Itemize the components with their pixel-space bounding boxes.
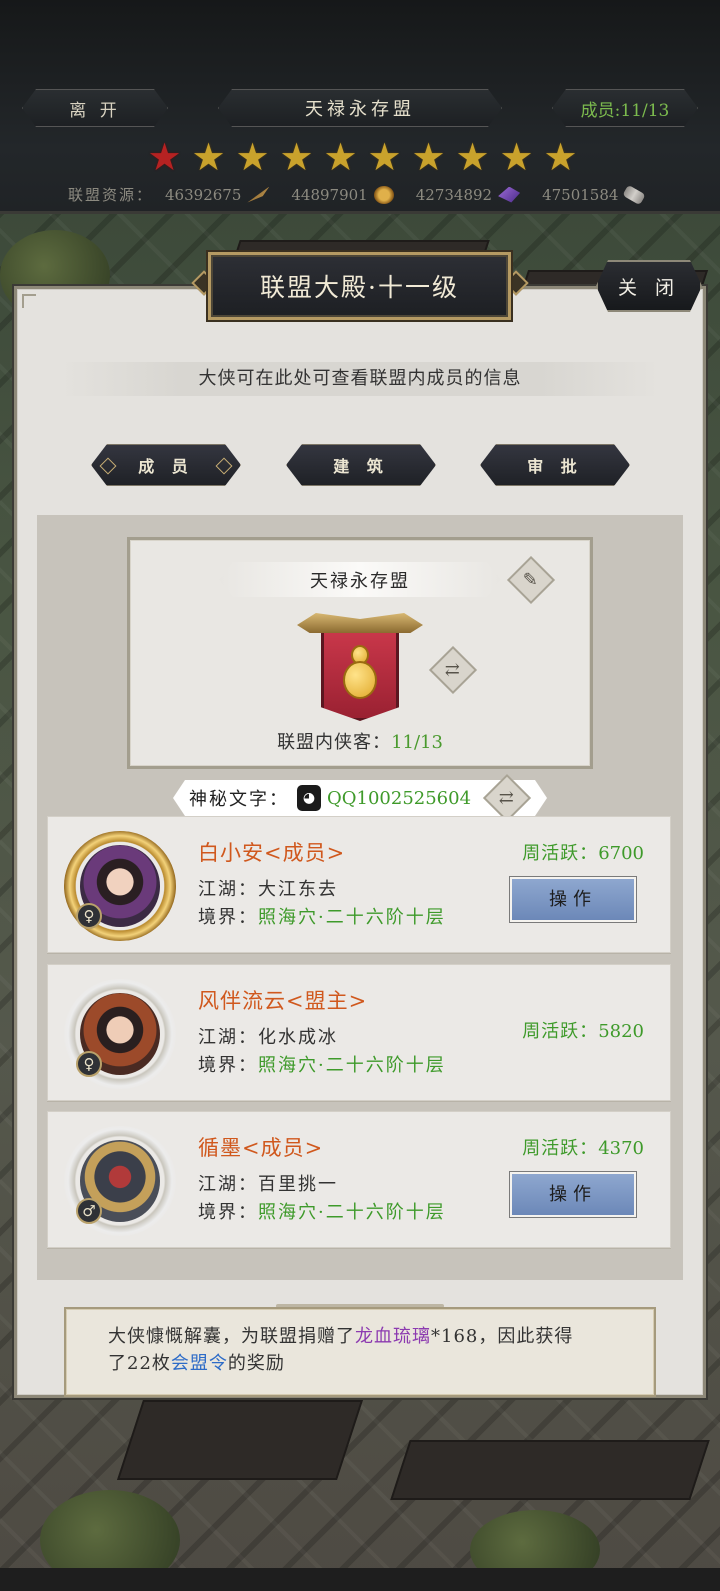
- member-weekly-activity: 周活跃：4370: [522, 1138, 644, 1159]
- qq-icon: ◕: [297, 785, 321, 811]
- resource-value: 46392675: [165, 185, 242, 204]
- alliance-name-plate: 天禄永存盟: [219, 562, 501, 597]
- female-icon: ♀: [76, 903, 102, 929]
- brush-icon: ✎: [523, 569, 539, 591]
- member-name: 白小安<成员>: [198, 841, 346, 865]
- alliance-member-count: 联盟内侠客：11/13: [127, 728, 593, 758]
- gourd-banner-icon: [297, 613, 423, 723]
- coin-icon: [373, 185, 394, 204]
- swap-icon: ⇄: [499, 787, 515, 809]
- star-icon: ★: [455, 135, 490, 179]
- resource-scroll: 47501584: [542, 184, 647, 205]
- member-row: ♀ 风伴流云<盟主> 江湖：化水成冰 境界：照海穴·二十六阶十层 周活跃：582…: [47, 964, 671, 1101]
- member-action-button[interactable]: 操作: [509, 1171, 637, 1218]
- member-realm: 境界：照海穴·二十六阶十层: [198, 1202, 446, 1223]
- resource-crystal: 42734892: [415, 185, 521, 204]
- star-icon: ★: [191, 135, 226, 179]
- panel-title: 联盟大殿·十一级: [208, 252, 511, 320]
- close-button[interactable]: 关 闭: [596, 260, 702, 312]
- member-realm: 境界：照海穴·二十六阶十层: [198, 1055, 446, 1076]
- member-jianghu: 江湖：化水成冰: [198, 1027, 338, 1048]
- avatar[interactable]: ♀: [64, 979, 176, 1089]
- alliance-star-rating: ★ ★ ★ ★ ★ ★ ★ ★ ★ ★: [145, 138, 580, 176]
- resource-value: 42734892: [415, 185, 493, 204]
- star-icon: ★: [235, 135, 270, 179]
- mysterious-text-value: QQ1002525604: [327, 787, 472, 809]
- member-count-value: 11/13: [391, 732, 443, 753]
- tab-buildings[interactable]: 建 筑: [286, 444, 436, 486]
- mysterious-text-label: 神秘文字：: [189, 789, 289, 810]
- avatar[interactable]: ♀: [64, 831, 176, 941]
- star-icon: ★: [279, 135, 314, 179]
- member-jianghu: 江湖：百里挑一: [198, 1174, 338, 1195]
- donation-notice: 大侠慷慨解囊，为联盟捐赠了龙血琉璃*168，因此获得 了22枚会盟令的奖励: [64, 1307, 656, 1397]
- leave-button[interactable]: 离 开: [22, 89, 168, 127]
- member-weekly-activity: 周活跃：6700: [522, 843, 644, 864]
- star-icon: ★: [323, 135, 358, 179]
- tab-approval[interactable]: 审 批: [480, 444, 630, 486]
- member-count-header: 成员:11/13: [552, 89, 698, 127]
- member-name: 循墨<成员>: [198, 1136, 324, 1160]
- resource-feather: 46392675: [165, 185, 270, 204]
- member-name: 风伴流云<盟主>: [198, 989, 368, 1013]
- resource-coin: 44897901: [291, 185, 394, 204]
- star-icon: ★: [147, 135, 182, 179]
- member-row: ♀ 白小安<成员> 江湖：大江东去 境界：照海穴·二十六阶十层 周活跃：6700…: [47, 816, 671, 953]
- alliance-header: 离 开 天禄永存盟 成员:11/13 ★ ★ ★ ★ ★ ★ ★ ★ ★ ★ 联…: [0, 0, 720, 214]
- member-weekly-activity: 周活跃：5820: [522, 1021, 644, 1042]
- member-count-label: 联盟内侠客：: [277, 732, 392, 753]
- member-action-button[interactable]: 操作: [509, 876, 637, 923]
- star-icon: ★: [367, 135, 402, 179]
- star-icon: ★: [543, 135, 578, 179]
- panel-intro-text: 大侠可在此处可查看联盟内成员的信息: [60, 362, 660, 396]
- corner-ornament: [22, 294, 36, 308]
- member-jianghu: 江湖：大江东去: [198, 879, 338, 900]
- alliance-resources: 联盟资源： 46392675 44897901 42734892 4750158…: [68, 184, 666, 205]
- female-icon: ♀: [76, 1051, 102, 1077]
- reward-name: 会盟令: [170, 1353, 228, 1374]
- scroll-icon: [622, 184, 647, 205]
- resource-value: 47501584: [542, 185, 619, 204]
- member-realm: 境界：照海穴·二十六阶十层: [198, 907, 446, 928]
- tab-members[interactable]: 成 员: [91, 444, 241, 486]
- star-icon: ★: [499, 135, 534, 179]
- feather-icon: [247, 186, 270, 203]
- avatar[interactable]: ♂: [64, 1126, 176, 1236]
- alliance-name-header: 天禄永存盟: [218, 89, 502, 127]
- item-name: 龙血琉璃: [355, 1326, 431, 1347]
- swap-icon: ⇄: [445, 659, 461, 681]
- male-icon: ♂: [76, 1198, 102, 1224]
- resource-value: 44897901: [291, 185, 368, 204]
- crystal-icon: [498, 186, 521, 203]
- resources-label: 联盟资源：: [68, 186, 154, 204]
- system-nav-strip: [0, 1568, 720, 1591]
- member-row: ♂ 循墨<成员> 江湖：百里挑一 境界：照海穴·二十六阶十层 周活跃：4370 …: [47, 1111, 671, 1248]
- star-icon: ★: [411, 135, 446, 179]
